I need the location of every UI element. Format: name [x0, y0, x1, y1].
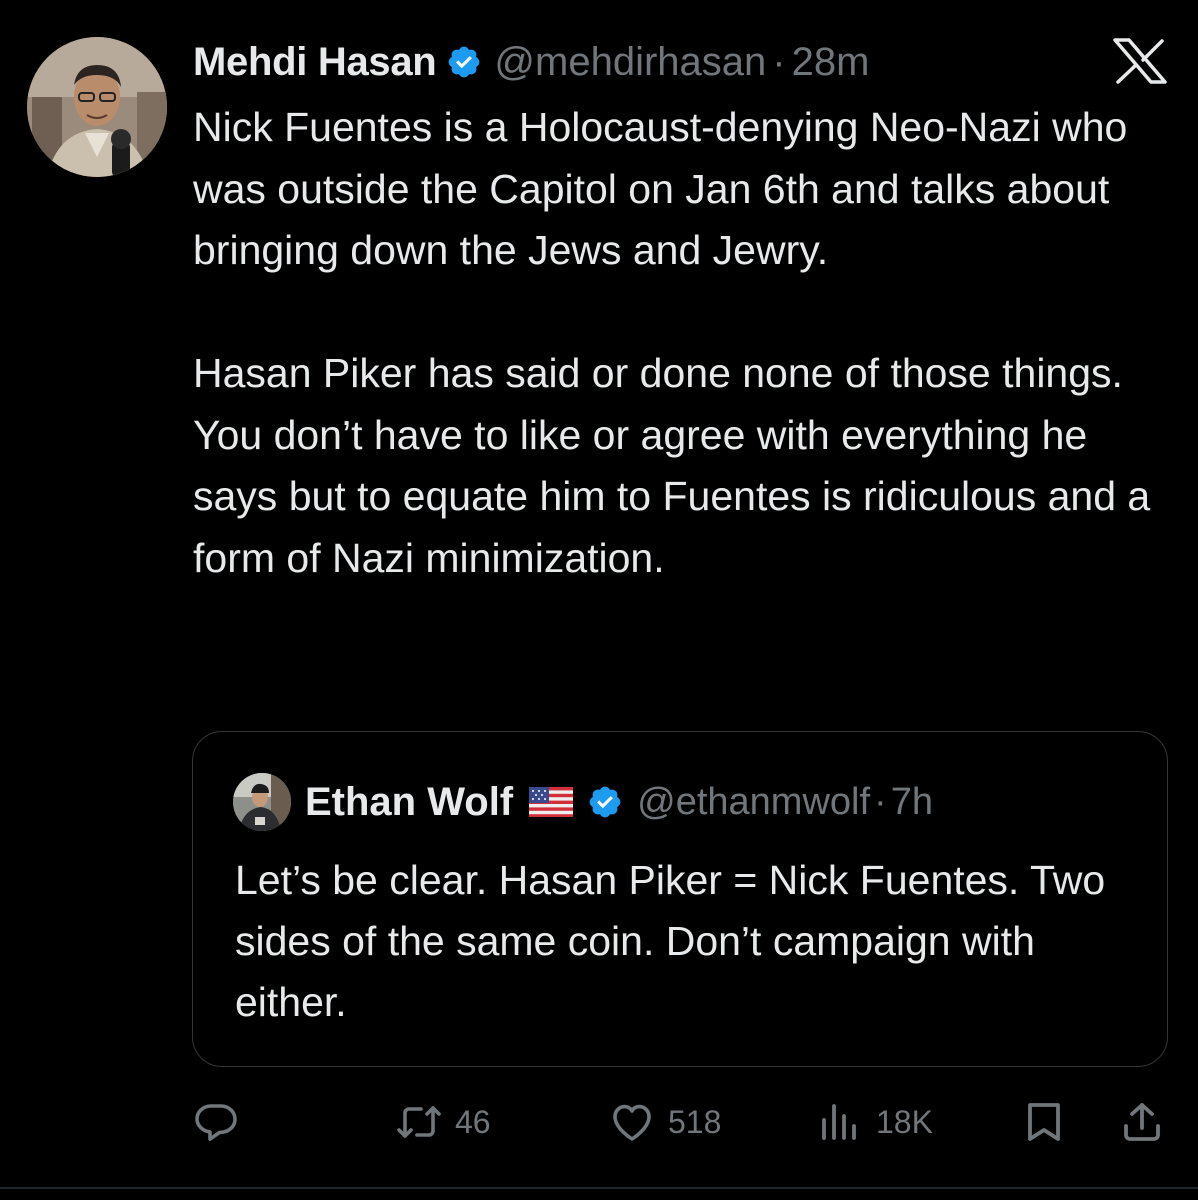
heart-icon	[608, 1098, 656, 1146]
share-button[interactable]	[1118, 1090, 1166, 1154]
tweet-paragraph: Nick Fuentes is a Holocaust-denying Neo-…	[193, 104, 1128, 273]
avatar[interactable]	[27, 37, 167, 177]
like-button[interactable]: 518	[608, 1090, 721, 1154]
bookmark-button[interactable]	[1020, 1090, 1068, 1154]
tweet-paragraph: Hasan Piker has said or done none of tho…	[193, 350, 1151, 581]
quoted-author-name[interactable]: Ethan Wolf	[305, 780, 513, 825]
separator-dot: ·	[772, 39, 786, 84]
action-bar: 46 518 18K	[0, 1090, 1198, 1160]
reply-button[interactable]	[192, 1090, 240, 1154]
reply-icon	[192, 1098, 240, 1146]
verified-badge-icon	[587, 784, 623, 820]
separator-dot: ·	[874, 780, 887, 823]
timestamp[interactable]: 28m	[792, 40, 870, 85]
author-name[interactable]: Mehdi Hasan	[193, 40, 437, 85]
bookmark-icon	[1020, 1098, 1068, 1146]
tweet-body: Nick Fuentes is a Holocaust-denying Neo-…	[193, 97, 1153, 589]
divider	[0, 1187, 1198, 1189]
verified-badge-icon	[446, 44, 482, 80]
quoted-tweet-text: Let’s be clear. Hasan Piker = Nick Fuent…	[235, 857, 1106, 1025]
repost-icon	[395, 1098, 443, 1146]
quoted-tweet-header: Ethan Wolf @ethanmwolf · 7h	[233, 772, 933, 832]
quoted-author-handle[interactable]: @ethanmwolf	[637, 781, 870, 824]
share-icon	[1118, 1098, 1166, 1146]
x-logo-icon	[1113, 38, 1167, 84]
tweet: Mehdi Hasan @mehdirhasan · 28m Nick Fuen…	[0, 0, 1198, 1200]
us-flag-icon	[529, 787, 574, 817]
repost-count: 46	[455, 1103, 491, 1140]
author-handle[interactable]: @mehdirhasan	[494, 40, 766, 85]
views-icon	[816, 1098, 864, 1146]
repost-button[interactable]: 46	[395, 1090, 491, 1154]
tweet-header: Mehdi Hasan @mehdirhasan · 28m	[193, 36, 869, 88]
quoted-avatar[interactable]	[233, 773, 291, 831]
quoted-timestamp[interactable]: 7h	[891, 781, 933, 824]
like-count: 518	[668, 1103, 722, 1140]
views-count: 18K	[876, 1103, 933, 1140]
quoted-tweet[interactable]: Ethan Wolf @ethanmwolf · 7h Let’s be cle…	[192, 731, 1168, 1067]
views-button[interactable]: 18K	[816, 1090, 933, 1154]
